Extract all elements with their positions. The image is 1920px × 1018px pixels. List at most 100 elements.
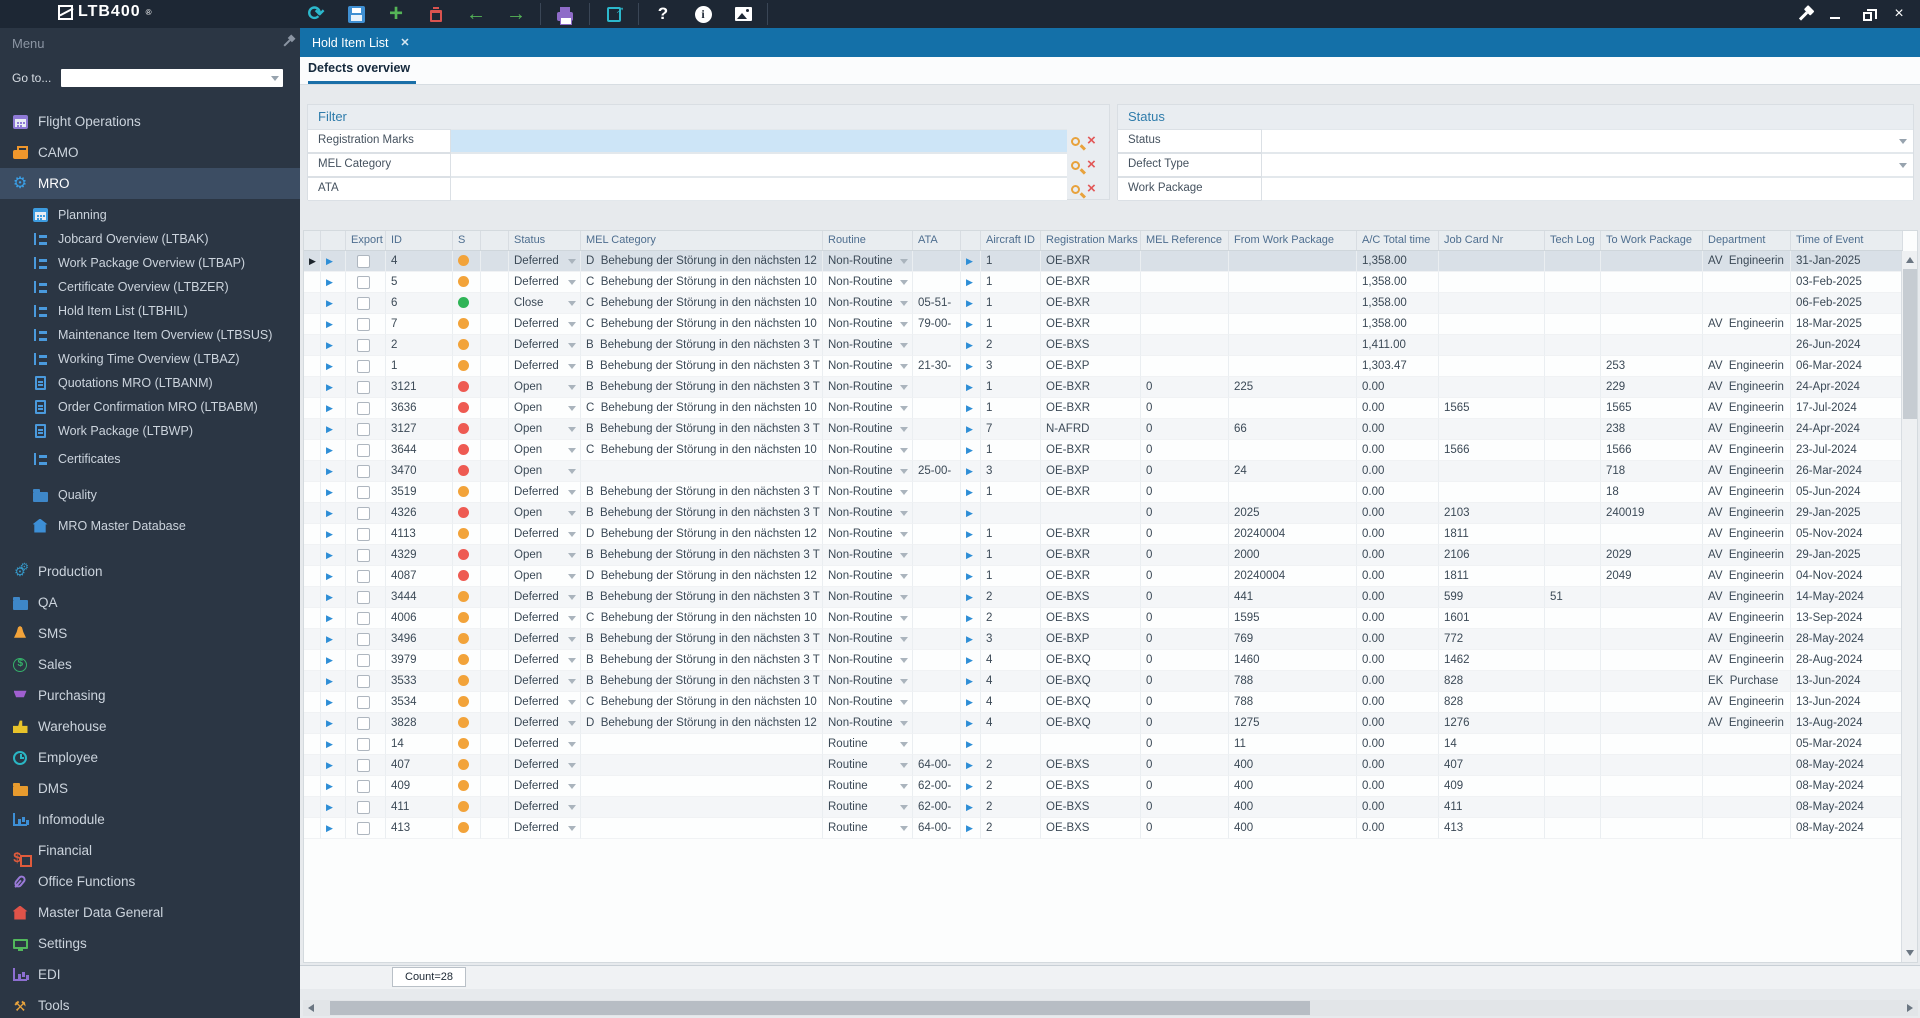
chevron-down-icon[interactable] xyxy=(900,553,908,558)
expand-row-icon[interactable]: ▶ xyxy=(966,256,973,266)
delete-button[interactable] xyxy=(416,1,456,27)
sidebar-item-mro-master-database[interactable]: MRO Master Database xyxy=(0,510,300,541)
expand-row-icon[interactable]: ▶ xyxy=(966,676,973,686)
column-header-export[interactable]: Export xyxy=(346,231,386,250)
cell-routine[interactable]: Non-Routine xyxy=(823,398,913,419)
expand-row-icon[interactable]: ▶ xyxy=(326,403,333,413)
cell-routine[interactable]: Non-Routine xyxy=(823,482,913,503)
expand-row-icon[interactable]: ▶ xyxy=(966,382,973,392)
filter-input-mel-category[interactable] xyxy=(451,153,1067,177)
expand-row-icon[interactable]: ▶ xyxy=(966,487,973,497)
table-row[interactable]: ▶ 413 Deferred Routine 64-00- ▶ 2 OE-BXS 0 400 0.0… xyxy=(304,818,1903,839)
expand-row-icon[interactable]: ▶ xyxy=(966,508,973,518)
expand-row-icon[interactable]: ▶ xyxy=(326,739,333,749)
cell-status[interactable]: Open xyxy=(509,398,581,419)
cell-status[interactable]: Deferred xyxy=(509,587,581,608)
chevron-down-icon[interactable] xyxy=(568,700,576,705)
expand-row-icon[interactable]: ▶ xyxy=(966,340,973,350)
expand-row-icon[interactable]: ▶ xyxy=(966,613,973,623)
cell-routine[interactable]: Routine xyxy=(823,776,913,797)
expand-row-icon[interactable]: ▶ xyxy=(326,676,333,686)
export-checkbox[interactable] xyxy=(357,570,370,583)
table-row[interactable]: ▶ 2 Deferred B Behebung der Störung in den … xyxy=(304,335,1903,356)
sidebar-item-jobcard-overview-ltbak[interactable]: Jobcard Overview (LTBAK) xyxy=(0,227,300,251)
column-header-tech-log[interactable]: Tech Log xyxy=(1545,231,1601,250)
back-button[interactable]: ← xyxy=(456,1,496,27)
cell-routine[interactable]: Routine xyxy=(823,734,913,755)
export-checkbox[interactable] xyxy=(357,675,370,688)
export-checkbox[interactable] xyxy=(357,591,370,604)
chevron-down-icon[interactable] xyxy=(568,616,576,621)
chevron-down-icon[interactable] xyxy=(900,637,908,642)
sidebar-item-work-package-ltbwp[interactable]: Work Package (LTBWP) xyxy=(0,419,300,443)
cell-routine[interactable]: Non-Routine xyxy=(823,419,913,440)
column-header-sp[interactable] xyxy=(481,231,509,250)
cell-routine[interactable]: Routine xyxy=(823,755,913,776)
expand-row-icon[interactable]: ▶ xyxy=(326,256,333,266)
expand-row-icon[interactable]: ▶ xyxy=(966,739,973,749)
add-button[interactable]: + xyxy=(376,1,416,27)
export-checkbox[interactable] xyxy=(357,738,370,751)
cell-routine[interactable]: Non-Routine xyxy=(823,545,913,566)
restore-button[interactable] xyxy=(1856,3,1878,25)
chevron-down-icon[interactable] xyxy=(568,280,576,285)
column-header-department[interactable]: Department xyxy=(1703,231,1791,250)
cell-routine[interactable]: Non-Routine xyxy=(823,335,913,356)
cell-status[interactable]: Deferred xyxy=(509,524,581,545)
expand-row-icon[interactable]: ▶ xyxy=(966,634,973,644)
table-row[interactable]: ▶ 6 Close C Behebung der Störung in den näc… xyxy=(304,293,1903,314)
sidebar-item-sales[interactable]: Sales xyxy=(0,649,300,680)
export-checkbox[interactable] xyxy=(357,780,370,793)
chevron-down-icon[interactable] xyxy=(568,322,576,327)
cell-status[interactable]: Deferred xyxy=(509,755,581,776)
column-header-arrow2[interactable] xyxy=(961,231,981,250)
export-checkbox[interactable] xyxy=(357,423,370,436)
table-row[interactable]: ▶ 4113 Deferred D Behebung der Störung in d… xyxy=(304,524,1903,545)
expand-row-icon[interactable]: ▶ xyxy=(966,319,973,329)
cell-status[interactable]: Deferred xyxy=(509,314,581,335)
table-row[interactable]: ▶ 3496 Deferred B Behebung der Störung in d… xyxy=(304,629,1903,650)
expand-row-icon[interactable]: ▶ xyxy=(966,760,973,770)
chevron-down-icon[interactable] xyxy=(900,658,908,663)
chevron-down-icon[interactable] xyxy=(568,469,576,474)
table-row[interactable]: ▶ 4329 Open B Behebung der Störung in den n… xyxy=(304,545,1903,566)
chevron-down-icon[interactable] xyxy=(568,721,576,726)
refresh-button[interactable]: ⟳ xyxy=(296,1,336,27)
cell-routine[interactable]: Non-Routine xyxy=(823,293,913,314)
chevron-down-icon[interactable] xyxy=(568,784,576,789)
scroll-left-icon[interactable] xyxy=(308,1004,314,1012)
sidebar-item-settings[interactable]: Settings xyxy=(0,928,300,959)
cell-routine[interactable]: Non-Routine xyxy=(823,524,913,545)
cell-routine[interactable]: Non-Routine xyxy=(823,461,913,482)
chevron-down-icon[interactable] xyxy=(900,448,908,453)
expand-row-icon[interactable]: ▶ xyxy=(966,445,973,455)
column-header-time-of-event[interactable]: Time of Event xyxy=(1791,231,1903,250)
chevron-down-icon[interactable] xyxy=(568,490,576,495)
expand-row-icon[interactable]: ▶ xyxy=(326,529,333,539)
expand-row-icon[interactable]: ▶ xyxy=(326,613,333,623)
chevron-down-icon[interactable] xyxy=(568,826,576,831)
search-icon[interactable] xyxy=(1071,184,1080,194)
cell-status[interactable]: Open xyxy=(509,419,581,440)
chevron-down-icon[interactable] xyxy=(568,553,576,558)
export-checkbox[interactable] xyxy=(357,822,370,835)
expand-row-icon[interactable]: ▶ xyxy=(966,550,973,560)
chevron-down-icon[interactable] xyxy=(568,427,576,432)
expand-row-icon[interactable]: ▶ xyxy=(326,781,333,791)
chevron-down-icon[interactable] xyxy=(900,805,908,810)
cell-status[interactable]: Deferred xyxy=(509,608,581,629)
column-header-marker[interactable] xyxy=(304,231,321,250)
export-checkbox[interactable] xyxy=(357,339,370,352)
expand-row-icon[interactable]: ▶ xyxy=(326,424,333,434)
cell-status[interactable]: Open xyxy=(509,503,581,524)
chevron-down-icon[interactable] xyxy=(900,763,908,768)
table-row[interactable]: ▶ 5 Deferred C Behebung der Störung in den … xyxy=(304,272,1903,293)
expand-row-icon[interactable]: ▶ xyxy=(326,382,333,392)
chevron-down-icon[interactable] xyxy=(900,259,908,264)
expand-row-icon[interactable]: ▶ xyxy=(966,655,973,665)
export-checkbox[interactable] xyxy=(357,297,370,310)
column-header-id[interactable]: ID xyxy=(386,231,453,250)
print-button[interactable] xyxy=(545,1,585,27)
export-checkbox[interactable] xyxy=(357,381,370,394)
expand-row-icon[interactable]: ▶ xyxy=(966,466,973,476)
